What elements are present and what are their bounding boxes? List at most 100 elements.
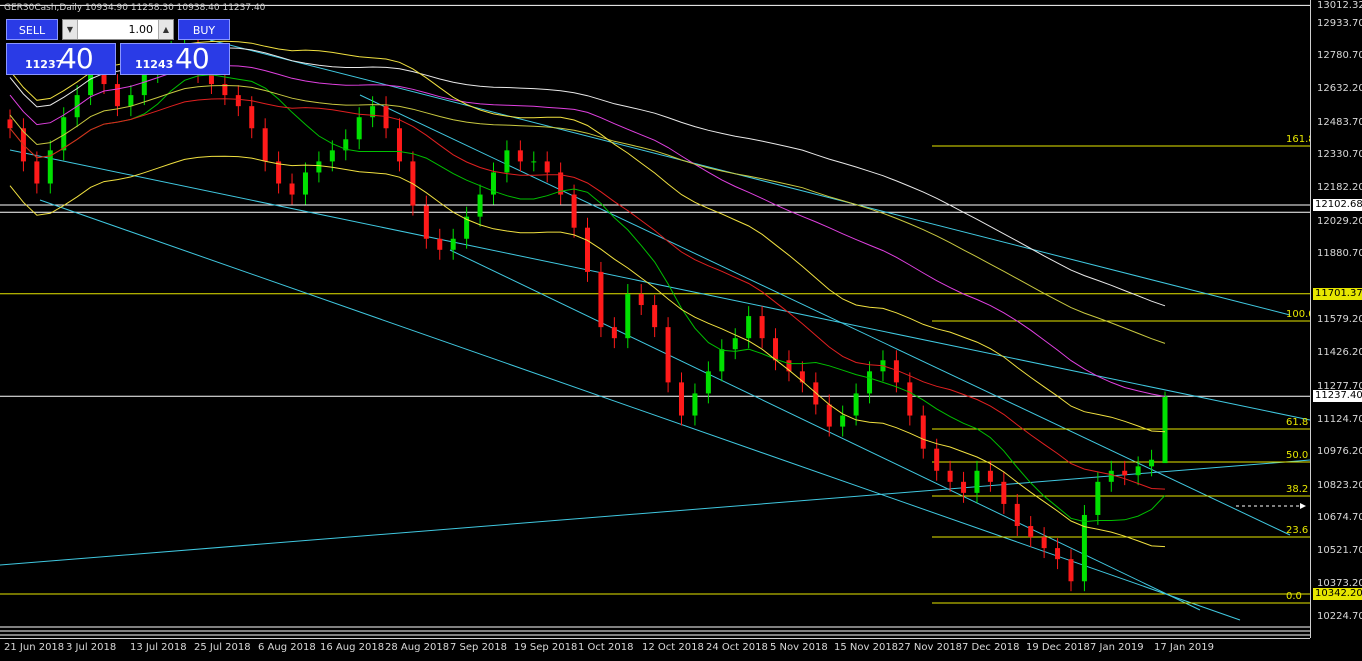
- candle-bull: [853, 393, 859, 416]
- date-label: 17 Jan 2019: [1154, 642, 1214, 653]
- candle-bull: [974, 470, 980, 493]
- candle-bear: [276, 161, 282, 184]
- candle-bear: [7, 119, 13, 129]
- price-level-tag: 11701.37: [1313, 287, 1362, 300]
- candle-bull: [867, 371, 873, 394]
- price-label: 11880.70: [1317, 248, 1362, 259]
- bollinger-band-lower: [9, 155, 1166, 548]
- price-label: 11124.70: [1317, 414, 1362, 425]
- lot-value[interactable]: 1.00: [129, 20, 154, 39]
- date-label: 12 Oct 2018: [642, 642, 704, 653]
- candle-bear: [947, 470, 953, 482]
- candle-bear: [987, 470, 993, 482]
- candle-bear: [114, 84, 120, 107]
- price-label: 12182.20: [1317, 182, 1362, 193]
- date-label: 15 Nov 2018: [834, 642, 899, 653]
- triangle-down-icon[interactable]: ▼: [63, 20, 78, 39]
- candle-bear: [1028, 526, 1034, 538]
- trend-line: [359, 94, 1291, 536]
- candle-bear: [665, 327, 671, 383]
- triangle-up-icon[interactable]: ▲: [158, 20, 173, 39]
- fibonacci-level-label: 23.6: [1286, 525, 1309, 536]
- one-click-trading-panel: SELL ▼ 1.00 ▲ BUY 11237 40 11243 40: [6, 19, 230, 75]
- sell-price-pips: 40: [59, 42, 94, 75]
- candle-bear: [396, 128, 402, 162]
- candle-bear: [34, 161, 40, 184]
- candle-bear: [1001, 481, 1007, 504]
- fibonacci-level-label: 61.8: [1286, 417, 1309, 428]
- date-label: 7 Jan 2019: [1090, 642, 1144, 653]
- fibonacci-level-label: 100.0: [1286, 309, 1310, 320]
- price-level-tag: 10342.20: [1313, 588, 1362, 601]
- candle-bear: [517, 150, 523, 162]
- fibonacci-level-label: 0.0: [1286, 591, 1302, 602]
- candle-bear: [611, 327, 617, 339]
- candle-bear: [961, 481, 967, 493]
- date-label: 25 Jul 2018: [194, 642, 251, 653]
- date-label: 24 Oct 2018: [706, 642, 768, 653]
- candle-bear: [262, 128, 268, 162]
- date-label: 5 Nov 2018: [770, 642, 828, 653]
- sell-button[interactable]: SELL: [6, 19, 58, 40]
- sell-price-quote[interactable]: 11237 40: [6, 42, 116, 75]
- price-axis[interactable]: 13012.32 12933.70 12780.70 12632.20 12483.70…: [1310, 0, 1362, 638]
- moving-average-line: [9, 84, 1166, 344]
- candle-bear: [598, 271, 604, 328]
- candle-bear: [773, 338, 779, 361]
- price-label: 12483.70: [1317, 117, 1362, 128]
- candle-bull: [477, 194, 483, 217]
- date-label: 27 Nov 2018: [898, 642, 963, 653]
- candle-bull: [1162, 396, 1168, 464]
- buy-price-quote[interactable]: 11243 40: [120, 42, 230, 75]
- buy-price-pips: 40: [175, 42, 210, 75]
- price-label: 12933.70: [1317, 18, 1362, 29]
- candle-bear: [679, 382, 685, 416]
- lot-size-input[interactable]: ▼ 1.00 ▲: [62, 19, 174, 40]
- candle-bear: [544, 161, 550, 173]
- price-level-tag: 11237.40: [1313, 390, 1362, 403]
- date-label: 19 Dec 2018: [1026, 642, 1090, 653]
- date-label: 1 Oct 2018: [578, 642, 634, 653]
- price-chart[interactable]: [0, 0, 1310, 638]
- price-label: 11579.20: [1317, 314, 1362, 325]
- price-label-top: 13012.32: [1317, 0, 1362, 11]
- candle-bull: [1108, 470, 1114, 482]
- candle-bull: [625, 293, 631, 339]
- trend-line: [209, 39, 1291, 316]
- chart-area[interactable]: GER30Cash,Daily 10934.90 11258.30 10938.…: [0, 0, 1310, 638]
- candle-bear: [638, 293, 644, 306]
- candle-bear: [1122, 470, 1128, 476]
- trend-line: [449, 249, 1201, 611]
- candle-bull: [504, 150, 510, 173]
- candle-bull: [732, 338, 738, 350]
- arrow-right-icon: [1300, 503, 1306, 509]
- trend-line: [9, 149, 1310, 421]
- candle-bull: [692, 393, 698, 416]
- candle-bear: [289, 183, 295, 195]
- date-label: 3 Jul 2018: [66, 642, 117, 653]
- price-label: 12029.20: [1317, 216, 1362, 227]
- candle-bull: [719, 349, 725, 372]
- candle-bear: [585, 227, 590, 272]
- candle-bull: [840, 415, 846, 427]
- fibonacci-level-label: 161.8: [1286, 134, 1310, 145]
- candle-bull: [531, 161, 537, 163]
- date-label: 19 Sep 2018: [514, 642, 578, 653]
- candle-bull: [316, 161, 322, 173]
- candle-bear: [826, 404, 832, 427]
- date-label: 16 Aug 2018: [320, 642, 385, 653]
- candle-bull: [141, 73, 147, 96]
- candle-bull: [329, 150, 335, 162]
- candle-bull: [1149, 459, 1155, 467]
- price-label: 12780.70: [1317, 50, 1362, 61]
- date-label: 21 Jun 2018: [4, 642, 65, 653]
- date-label: 28 Aug 2018: [385, 642, 450, 653]
- candle-bull: [746, 316, 752, 339]
- candle-bull: [1135, 466, 1141, 476]
- candle-bear: [1068, 559, 1074, 582]
- fibonacci-level-label: 50.0: [1286, 450, 1309, 461]
- date-label: 7 Sep 2018: [450, 642, 508, 653]
- time-axis[interactable]: 21 Jun 2018 3 Jul 2018 13 Jul 2018 25 Jul 2…: [0, 638, 1310, 661]
- candle-bull: [302, 172, 308, 195]
- buy-button[interactable]: BUY: [178, 19, 230, 40]
